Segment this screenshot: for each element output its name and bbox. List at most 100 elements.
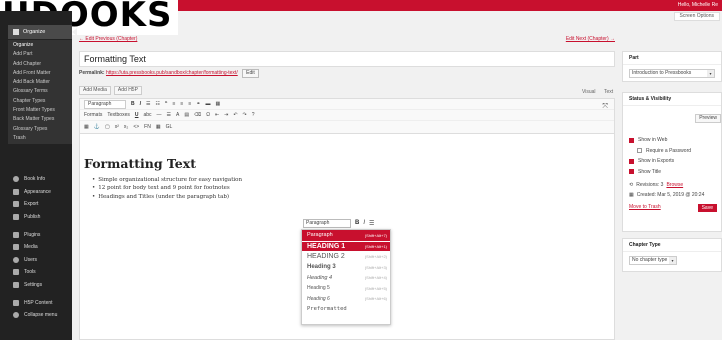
more-icon[interactable]: ▬ [205, 101, 210, 107]
permalink-url[interactable]: https://uta.pressbooks.pub/sandbox/chapt… [106, 70, 238, 76]
submenu-trash[interactable]: Trash [8, 134, 72, 143]
glossary-icon[interactable]: ▢ [105, 124, 110, 130]
editor-content[interactable]: Formatting Text Simple organizational st… [84, 156, 242, 201]
submenu-chapter-types[interactable]: Chapter Types [8, 97, 72, 106]
sidebar-item-appearance[interactable]: Appearance [8, 186, 72, 199]
sidebar-item-users[interactable]: Users [8, 254, 72, 267]
media-icon [13, 244, 19, 251]
format-option-heading-6[interactable]: Heading 6 (Shift+Alt+6) [302, 294, 390, 305]
align-right-icon[interactable]: ≡ [188, 101, 191, 107]
align-center-icon[interactable]: ≡ [180, 101, 183, 107]
add-media-button[interactable]: Add Media [79, 86, 111, 95]
move-to-trash-link[interactable]: Move to Trash [629, 204, 661, 210]
show-in-exports-checkbox[interactable]: Show in Exports [629, 156, 715, 167]
chapter-type-title: Chapter Type [623, 239, 721, 252]
submenu-add-front-matter[interactable]: Add Front Matter [8, 69, 72, 78]
submenu-back-matter-types[interactable]: Back Matter Types [8, 115, 72, 124]
format-option-heading-1[interactable]: HEADING 1 (Shift+Alt+1) [302, 240, 390, 252]
special-char-icon[interactable]: Ω [206, 112, 210, 118]
screen-options-button[interactable]: Screen Options [673, 12, 720, 21]
require-password-checkbox[interactable]: Require a Password [629, 146, 715, 157]
grid-icon[interactable]: ▦ [156, 124, 161, 130]
footnote-icon[interactable]: FN [144, 124, 151, 130]
format-option-heading-5[interactable]: Heading 5 (Shift+Alt+5) [302, 283, 390, 294]
subscript-icon[interactable]: x₂ [124, 124, 128, 130]
permalink-edit-button[interactable]: Edit [242, 69, 259, 78]
sidebar-item-settings[interactable]: Settings [8, 279, 72, 292]
sidebar-item-book-info[interactable]: Book Info [8, 173, 72, 186]
sidebar-item-publish[interactable]: Publish [8, 211, 72, 224]
title-input[interactable]: Formatting Text [79, 51, 615, 67]
code-icon[interactable]: <> [133, 124, 139, 130]
submenu-add-part[interactable]: Add Part [8, 50, 72, 59]
sidebar-item-tools[interactable]: Tools [8, 266, 72, 279]
submenu-glossary-types[interactable]: Glossary Types [8, 125, 72, 134]
bold-icon[interactable]: B [131, 101, 135, 107]
paste-text-icon[interactable]: ▤ [184, 112, 189, 118]
format-option-heading-3[interactable]: Heading 3 (Shift+Alt+3) [302, 262, 390, 273]
fullscreen-icon[interactable]: ⤧ [602, 103, 608, 111]
sidebar-item-organize[interactable]: Organize [8, 25, 77, 39]
user-greeting[interactable]: Hello, Michelle Re [678, 2, 718, 8]
link-icon[interactable]: ⚭ [196, 101, 200, 107]
show-in-web-checkbox[interactable]: Show in Web [629, 135, 715, 146]
blockquote-icon[interactable]: “ [165, 101, 168, 107]
browse-revisions-link[interactable]: Browse [666, 182, 683, 188]
list-icon[interactable]: ☰ [369, 220, 374, 227]
edit-previous-link[interactable]: ← Edit Previous (Chapter) [79, 36, 137, 42]
format-select[interactable]: Paragraph [84, 99, 126, 109]
submenu-organize[interactable]: Organize [8, 41, 72, 50]
textboxes-menu[interactable]: Textboxes [107, 112, 130, 118]
submenu-glossary-terms[interactable]: Glossary Terms [8, 87, 72, 96]
format-option-heading-2[interactable]: HEADING 2 (Shift+Alt+2) [302, 251, 390, 262]
align-justify-icon[interactable]: ☰ [167, 112, 171, 118]
submenu-add-back-matter[interactable]: Add Back Matter [8, 78, 72, 87]
hr-icon[interactable]: — [157, 112, 162, 118]
chapter-type-select[interactable]: No chapter type ▾ [629, 256, 677, 265]
toolbar-toggle-icon[interactable]: ▦ [215, 101, 220, 107]
glossary-list-icon[interactable]: GL [166, 124, 173, 130]
bullet-list-icon[interactable]: ☰ [146, 101, 150, 107]
part-select[interactable]: Introduction to Pressbooks ▾ [629, 69, 715, 78]
superscript-icon[interactable]: x² [115, 124, 119, 130]
checkbox-checked [629, 137, 634, 143]
sidebar-item-export[interactable]: Export [8, 198, 72, 211]
redo-icon[interactable]: ↷ [243, 112, 247, 118]
undo-icon[interactable]: ↶ [233, 112, 237, 118]
bold-icon[interactable]: B [355, 220, 359, 226]
format-option-paragraph[interactable]: Paragraph (Shift+Alt+7) [302, 230, 390, 241]
submenu-front-matter-types[interactable]: Front Matter Types [8, 106, 72, 115]
add-h5p-button[interactable]: Add H5P [113, 86, 142, 95]
tab-text[interactable]: Text [604, 89, 613, 95]
sidebar-item-media[interactable]: Media [8, 241, 72, 254]
format-option-preformatted[interactable]: Preformatted [302, 304, 390, 315]
help-icon[interactable]: ? [252, 112, 255, 118]
h5p-icon [13, 299, 19, 306]
tab-visual[interactable]: Visual [582, 89, 596, 95]
sidebar-item-h5p[interactable]: H5P Content [8, 296, 72, 309]
numbered-list-icon[interactable]: ☷ [156, 101, 160, 107]
show-title-checkbox[interactable]: Show Title [629, 167, 715, 178]
save-button[interactable]: Save [697, 204, 717, 212]
clear-format-icon[interactable]: ⌫ [194, 112, 201, 118]
preview-button[interactable]: Preview [695, 114, 721, 123]
outdent-icon[interactable]: ⇤ [215, 112, 219, 118]
italic-icon[interactable]: I [140, 101, 141, 107]
formats-menu[interactable]: Formats [84, 112, 102, 118]
align-left-icon[interactable]: ≡ [172, 101, 175, 107]
content-list: Simple organizational structure for easy… [92, 176, 242, 201]
underline-icon[interactable]: U [135, 112, 139, 118]
anchor-icon[interactable]: ⚓ [94, 124, 100, 130]
text-color-icon[interactable]: A [176, 112, 179, 118]
edit-next-link[interactable]: Edit Next (Chapter) → [566, 36, 615, 42]
submenu-add-chapter[interactable]: Add Chapter [8, 60, 72, 69]
strikethrough-icon[interactable]: abc [143, 112, 151, 118]
inline-format-select[interactable]: Paragraph [303, 218, 351, 228]
indent-icon[interactable]: ⇥ [224, 112, 228, 118]
table-icon[interactable]: ▦ [84, 124, 89, 130]
sidebar-item-plugins[interactable]: Plugins [8, 228, 72, 241]
chapter-nav: ← Edit Previous (Chapter) Edit Next (Cha… [79, 36, 615, 44]
italic-icon[interactable]: I [363, 220, 365, 226]
format-option-heading-4[interactable]: Heading 4 (Shift+Alt+4) [302, 272, 390, 283]
collapse-menu-button[interactable]: Collapse menu [8, 309, 72, 322]
